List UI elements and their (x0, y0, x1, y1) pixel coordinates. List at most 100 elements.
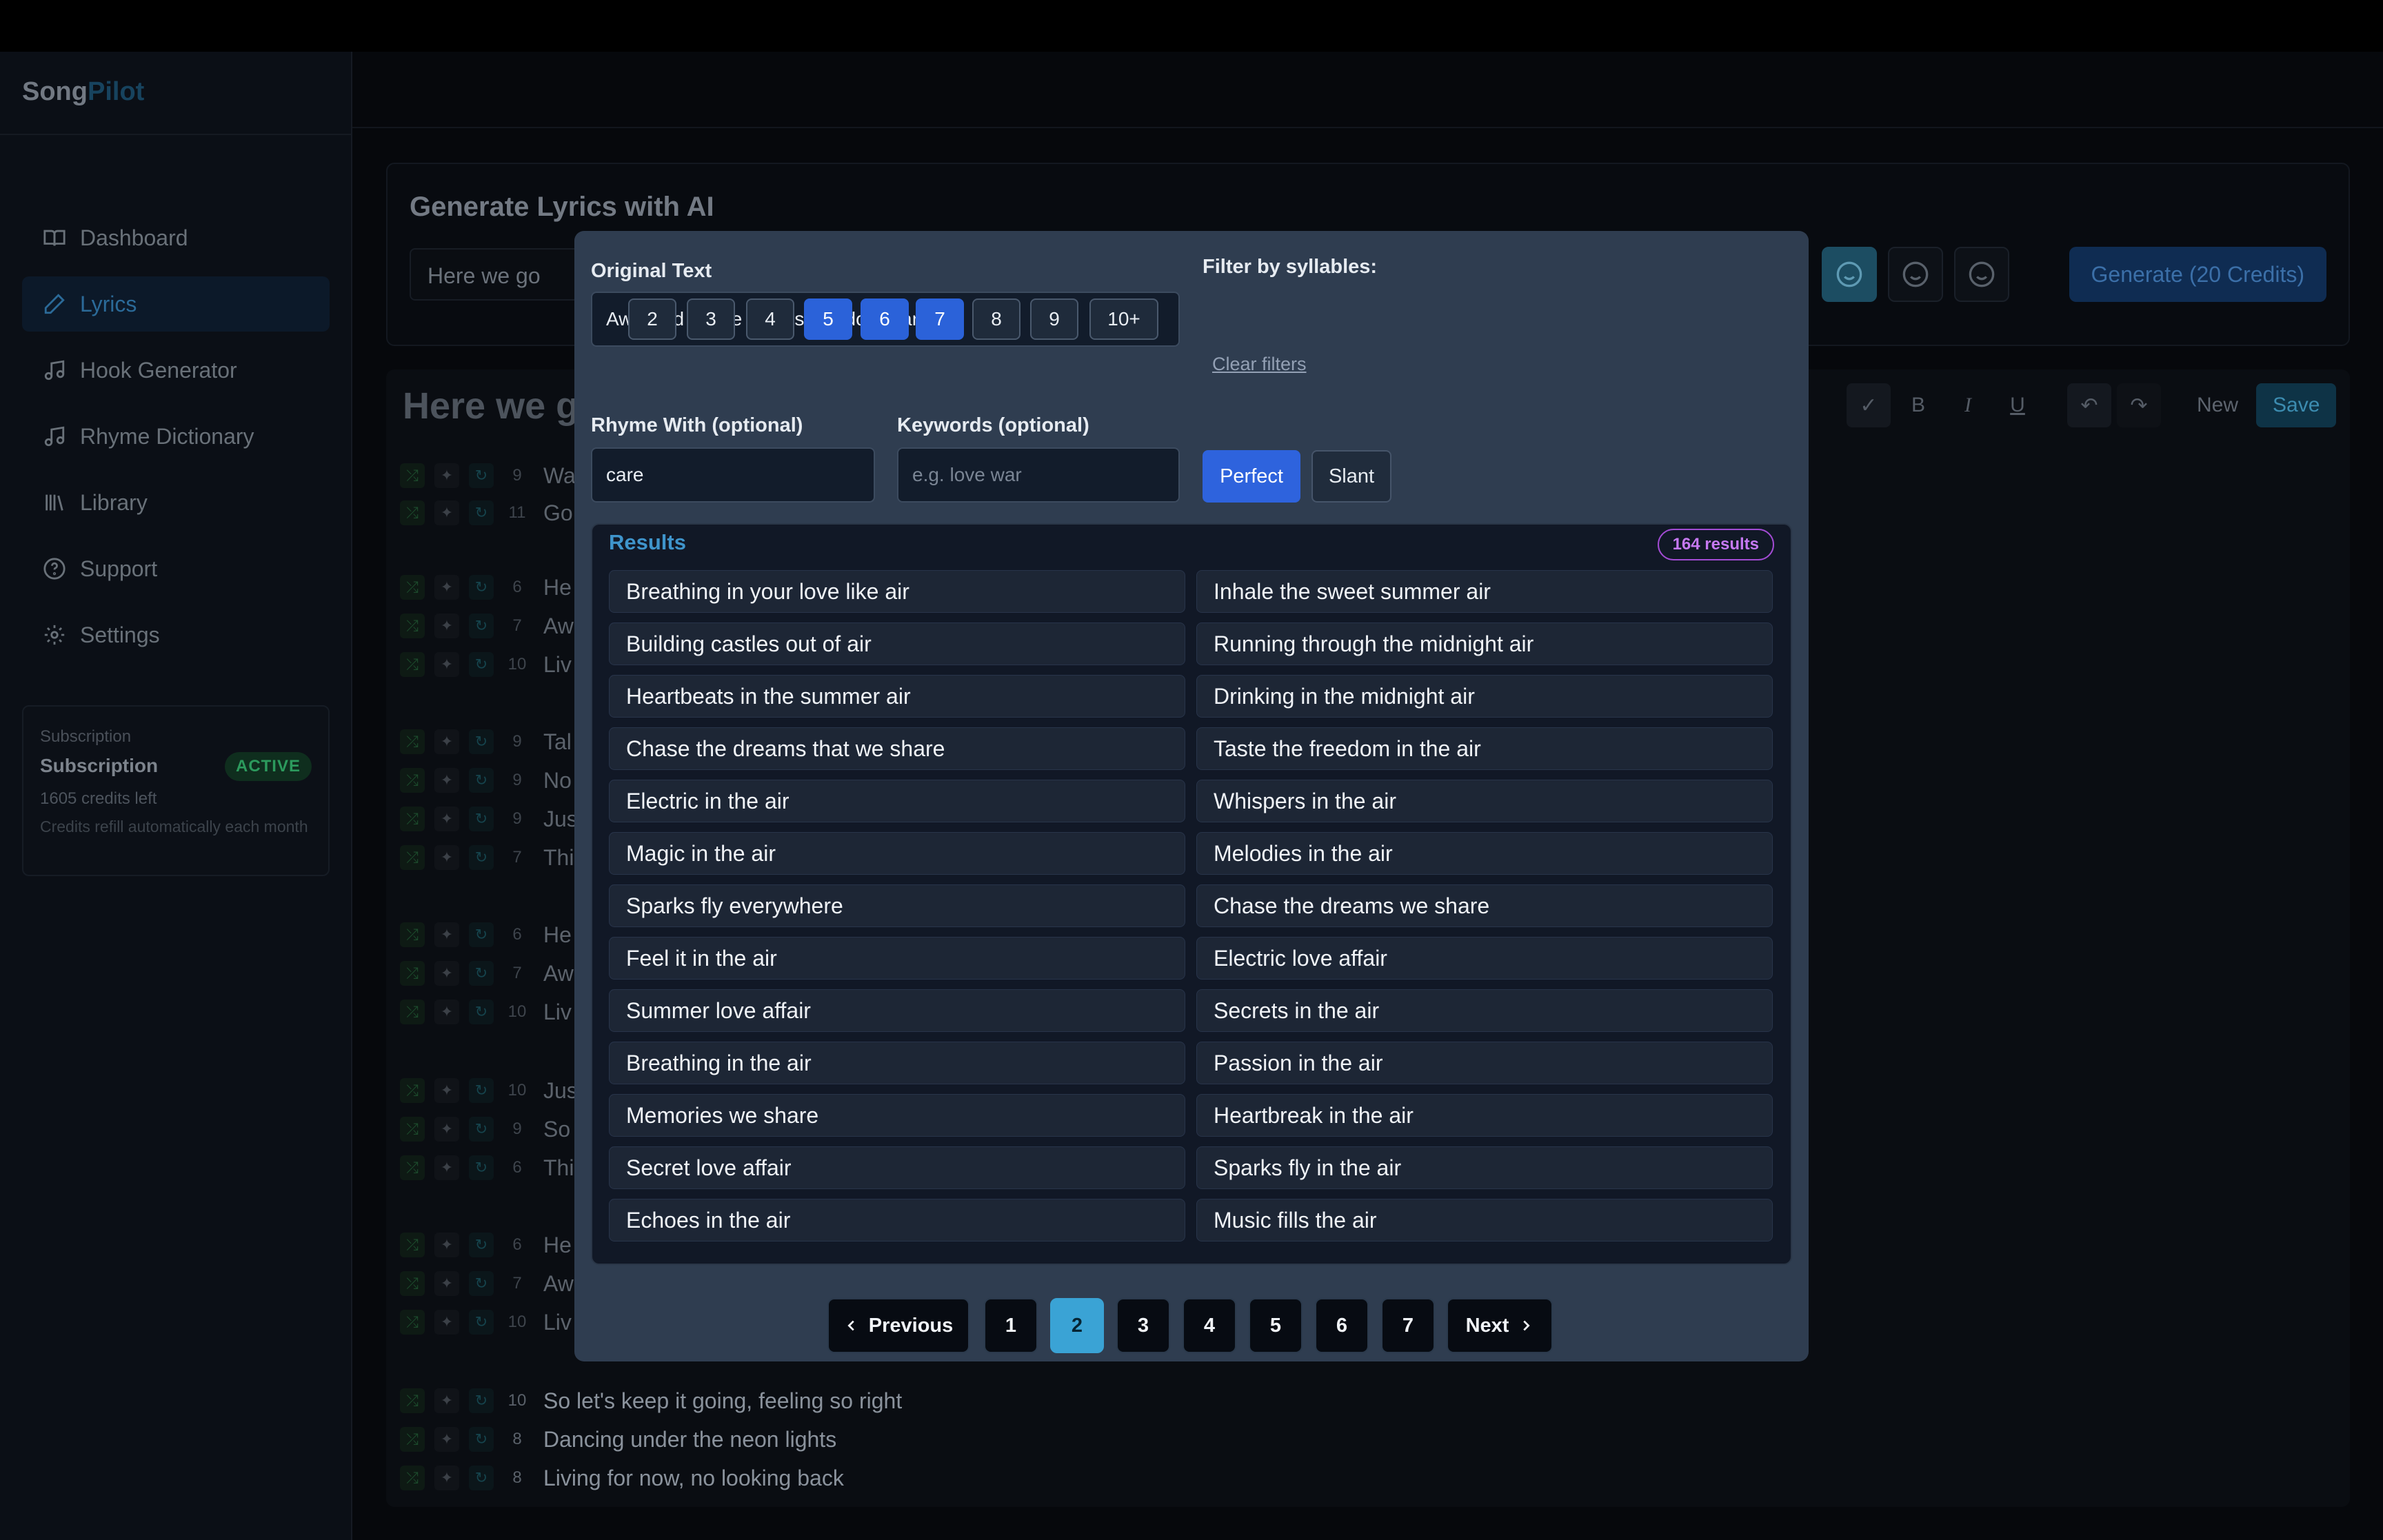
magic-wand-icon[interactable]: ✦ (434, 1000, 459, 1024)
lyric-text[interactable]: He (543, 1233, 572, 1258)
refresh-icon[interactable]: ↻ (469, 463, 494, 488)
lyric-text[interactable]: Living for now, no looking back (543, 1466, 844, 1491)
magic-wand-icon[interactable]: ✦ (434, 807, 459, 831)
lyric-text[interactable]: Liv (543, 1310, 572, 1335)
page-button-5[interactable]: 5 (1249, 1298, 1303, 1353)
refresh-icon[interactable]: ↻ (469, 1078, 494, 1103)
lyric-text[interactable]: So let's keep it going, feeling so right (543, 1388, 902, 1414)
sidebar-item-library[interactable]: Library (22, 475, 330, 530)
shuffle-icon[interactable]: ⤮ (400, 1271, 425, 1296)
result-item[interactable]: Inhale the sweet summer air (1196, 570, 1773, 613)
magic-wand-icon[interactable]: ✦ (434, 575, 459, 600)
undo-button[interactable]: ↶ (2067, 383, 2111, 427)
lyric-text[interactable]: Liv (543, 652, 572, 678)
lyric-text[interactable]: He (543, 922, 572, 948)
result-item[interactable]: Chase the dreams we share (1196, 884, 1773, 927)
lyric-line[interactable]: ⤮ ✦ ↻ 8 Dancing under the neon lights (400, 1424, 836, 1455)
previous-page-button[interactable]: Previous (827, 1298, 969, 1353)
brand-logo[interactable]: SongPilot (22, 77, 144, 107)
lyric-line[interactable]: ⤮ ✦ ↻ 7 Thi (400, 842, 574, 873)
italic-button[interactable]: I (1946, 383, 1990, 427)
result-item[interactable]: Whispers in the air (1196, 780, 1773, 822)
result-item[interactable]: Sparks fly in the air (1196, 1146, 1773, 1189)
song-title[interactable]: Here we go (403, 385, 601, 427)
magic-wand-icon[interactable]: ✦ (434, 1271, 459, 1296)
result-item[interactable]: Heartbeats in the summer air (609, 675, 1185, 718)
clear-filters-link[interactable]: Clear filters (1212, 354, 1307, 375)
shuffle-icon[interactable]: ⤮ (400, 1388, 425, 1413)
refresh-icon[interactable]: ↻ (469, 768, 494, 793)
lyric-text[interactable]: Aw (543, 614, 574, 639)
refresh-icon[interactable]: ↻ (469, 1427, 494, 1452)
shuffle-icon[interactable]: ⤮ (400, 1155, 425, 1180)
shuffle-icon[interactable]: ⤮ (400, 768, 425, 793)
shuffle-icon[interactable]: ⤮ (400, 500, 425, 525)
result-item[interactable]: Echoes in the air (609, 1199, 1185, 1242)
refresh-icon[interactable]: ↻ (469, 1466, 494, 1490)
refresh-icon[interactable]: ↻ (469, 614, 494, 638)
refresh-icon[interactable]: ↻ (469, 1388, 494, 1413)
lyric-text[interactable]: Go (543, 500, 573, 526)
keywords-input[interactable]: e.g. love war (897, 447, 1180, 503)
lyric-text[interactable]: No (543, 768, 572, 793)
perfect-rhyme-button[interactable]: Perfect (1203, 450, 1300, 503)
lyric-text[interactable]: He (543, 575, 572, 600)
lyric-line[interactable]: ⤮ ✦ ↻ 10 So let's keep it going, feeling so … (400, 1386, 902, 1416)
rhyme-with-input[interactable]: care (591, 447, 875, 503)
result-item[interactable]: Passion in the air (1196, 1042, 1773, 1084)
syllable-filter-3[interactable]: 3 (687, 298, 735, 340)
redo-button[interactable]: ↷ (2117, 383, 2161, 427)
result-item[interactable]: Drinking in the midnight air (1196, 675, 1773, 718)
result-item[interactable]: Sparks fly everywhere (609, 884, 1185, 927)
shuffle-icon[interactable]: ⤮ (400, 652, 425, 677)
magic-wand-icon[interactable]: ✦ (434, 1310, 459, 1335)
syllable-filter-8[interactable]: 8 (972, 298, 1020, 340)
check-button[interactable]: ✓ (1847, 383, 1891, 427)
result-item[interactable]: Chase the dreams that we share (609, 727, 1185, 770)
result-item[interactable]: Taste the freedom in the air (1196, 727, 1773, 770)
save-button[interactable]: Save (2256, 383, 2337, 427)
result-item[interactable]: Heartbreak in the air (1196, 1094, 1773, 1137)
lyric-line[interactable]: ⤮ ✦ ↻ 7 Aw (400, 958, 574, 989)
page-button-2[interactable]: 2 (1050, 1298, 1104, 1353)
refresh-icon[interactable]: ↻ (469, 652, 494, 677)
magic-wand-icon[interactable]: ✦ (434, 729, 459, 754)
result-item[interactable]: Electric love affair (1196, 937, 1773, 980)
shuffle-icon[interactable]: ⤮ (400, 961, 425, 986)
lyric-text[interactable]: Dancing under the neon lights (543, 1427, 836, 1452)
shuffle-icon[interactable]: ⤮ (400, 614, 425, 638)
lyric-text[interactable]: Aw (543, 961, 574, 986)
refresh-icon[interactable]: ↻ (469, 500, 494, 525)
lyric-text[interactable]: Thi (543, 1155, 574, 1181)
sidebar-item-dashboard[interactable]: Dashboard (22, 210, 330, 265)
syllable-filter-7[interactable]: 7 (916, 298, 964, 340)
refresh-icon[interactable]: ↻ (469, 845, 494, 870)
lyric-text[interactable]: Wa (543, 463, 576, 489)
slant-rhyme-button[interactable]: Slant (1311, 450, 1391, 503)
magic-wand-icon[interactable]: ✦ (434, 1427, 459, 1452)
result-item[interactable]: Memories we share (609, 1094, 1185, 1137)
page-button-7[interactable]: 7 (1381, 1298, 1435, 1353)
refresh-icon[interactable]: ↻ (469, 729, 494, 754)
page-button-4[interactable]: 4 (1183, 1298, 1236, 1353)
result-item[interactable]: Secrets in the air (1196, 989, 1773, 1032)
result-item[interactable]: Building castles out of air (609, 622, 1185, 665)
shuffle-icon[interactable]: ⤮ (400, 1000, 425, 1024)
lyric-line[interactable]: ⤮ ✦ ↻ 6 He (400, 1230, 572, 1260)
result-item[interactable]: Electric in the air (609, 780, 1185, 822)
mood-happy-button[interactable] (1822, 247, 1877, 302)
refresh-icon[interactable]: ↻ (469, 1310, 494, 1335)
magic-wand-icon[interactable]: ✦ (434, 1078, 459, 1103)
shuffle-icon[interactable]: ⤮ (400, 845, 425, 870)
refresh-icon[interactable]: ↻ (469, 807, 494, 831)
magic-wand-icon[interactable]: ✦ (434, 961, 459, 986)
lyric-line[interactable]: ⤮ ✦ ↻ 6 Thi (400, 1153, 574, 1183)
sidebar-item-support[interactable]: Support (22, 541, 330, 596)
shuffle-icon[interactable]: ⤮ (400, 1466, 425, 1490)
magic-wand-icon[interactable]: ✦ (434, 1233, 459, 1257)
next-page-button[interactable]: Next (1447, 1298, 1553, 1353)
refresh-icon[interactable]: ↻ (469, 1000, 494, 1024)
result-item[interactable]: Summer love affair (609, 989, 1185, 1032)
lyric-line[interactable]: ⤮ ✦ ↻ 7 Aw (400, 1268, 574, 1299)
magic-wand-icon[interactable]: ✦ (434, 463, 459, 488)
